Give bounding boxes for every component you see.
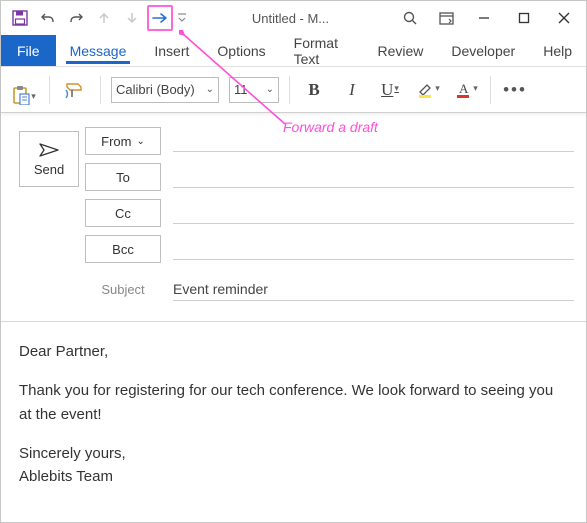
bcc-button[interactable]: Bcc — [85, 235, 161, 263]
tab-developer[interactable]: Developer — [437, 35, 529, 66]
prev-item-icon — [91, 5, 117, 31]
close-button[interactable] — [544, 3, 584, 33]
ribbon-display-icon[interactable] — [428, 3, 464, 33]
paste-button[interactable]: ▾ — [9, 75, 39, 105]
next-item-icon — [119, 5, 145, 31]
cc-button[interactable]: Cc — [85, 199, 161, 227]
font-family-value: Calibri (Body) — [116, 82, 195, 97]
from-label: From — [101, 134, 131, 149]
font-size-value: 11 — [234, 82, 248, 97]
qat-customize-icon[interactable] — [175, 12, 189, 24]
to-label: To — [116, 170, 130, 185]
font-size-select[interactable]: 11 ⌄ — [229, 77, 279, 103]
from-button[interactable]: From ⌄ — [85, 127, 161, 155]
forward-button[interactable] — [147, 5, 173, 31]
underline-button[interactable]: U▾ — [376, 76, 404, 104]
separator — [289, 76, 290, 104]
ribbon-toolbar: ▾ Calibri (Body) ⌄ 11 ⌄ B I U▾ ▾ A▾ ••• — [1, 67, 586, 113]
ribbon-tabs: File Message Insert Options Format Text … — [1, 35, 586, 67]
redo-icon[interactable] — [63, 5, 89, 31]
send-label: Send — [34, 162, 64, 177]
quick-access-toolbar — [3, 5, 189, 31]
from-field[interactable] — [173, 130, 574, 152]
save-icon[interactable] — [7, 5, 33, 31]
svg-text:A: A — [459, 81, 469, 96]
subject-label: Subject — [85, 282, 161, 297]
send-button[interactable]: Send — [19, 131, 79, 187]
body-paragraph: Thank you for registering for our tech c… — [19, 379, 568, 426]
tab-help[interactable]: Help — [529, 35, 586, 66]
subject-field[interactable]: Event reminder — [173, 277, 574, 301]
maximize-button[interactable] — [504, 3, 544, 33]
body-signature: Ablebits Team — [19, 465, 568, 488]
minimize-button[interactable] — [464, 3, 504, 33]
to-field[interactable] — [173, 166, 574, 188]
italic-button[interactable]: I — [338, 76, 366, 104]
message-body[interactable]: Dear Partner, Thank you for registering … — [1, 321, 586, 488]
file-tab[interactable]: File — [1, 35, 56, 66]
highlight-button[interactable]: ▾ — [414, 76, 442, 104]
tab-insert[interactable]: Insert — [140, 35, 203, 66]
font-color-button[interactable]: A▾ — [452, 76, 480, 104]
tab-options[interactable]: Options — [203, 35, 279, 66]
format-painter-icon[interactable] — [60, 75, 90, 105]
more-commands-button[interactable]: ••• — [501, 76, 529, 104]
separator — [100, 76, 101, 104]
bold-button[interactable]: B — [300, 76, 328, 104]
title-right-controls — [392, 3, 584, 33]
chevron-down-icon: ⌄ — [136, 136, 144, 147]
chevron-down-icon: ⌄ — [206, 84, 214, 95]
send-icon — [38, 142, 60, 158]
tab-message[interactable]: Message — [56, 35, 141, 66]
body-greeting: Dear Partner, — [19, 340, 568, 363]
compose-header: Send From ⌄ To Cc Bcc — [1, 113, 586, 307]
cc-label: Cc — [115, 206, 131, 221]
separator — [49, 76, 50, 104]
font-family-select[interactable]: Calibri (Body) ⌄ — [111, 77, 219, 103]
separator — [490, 76, 491, 104]
to-button[interactable]: To — [85, 163, 161, 191]
body-signoff: Sincerely yours, — [19, 442, 568, 465]
cc-field[interactable] — [173, 202, 574, 224]
window-title: Untitled - M... — [189, 11, 392, 26]
search-icon[interactable] — [392, 3, 428, 33]
chevron-down-icon: ⌄ — [266, 84, 274, 95]
undo-icon[interactable] — [35, 5, 61, 31]
tab-format-text[interactable]: Format Text — [280, 35, 364, 66]
bcc-field[interactable] — [173, 238, 574, 260]
bcc-label: Bcc — [112, 242, 134, 257]
title-bar: Untitled - M... — [1, 1, 586, 35]
tab-review[interactable]: Review — [363, 35, 437, 66]
